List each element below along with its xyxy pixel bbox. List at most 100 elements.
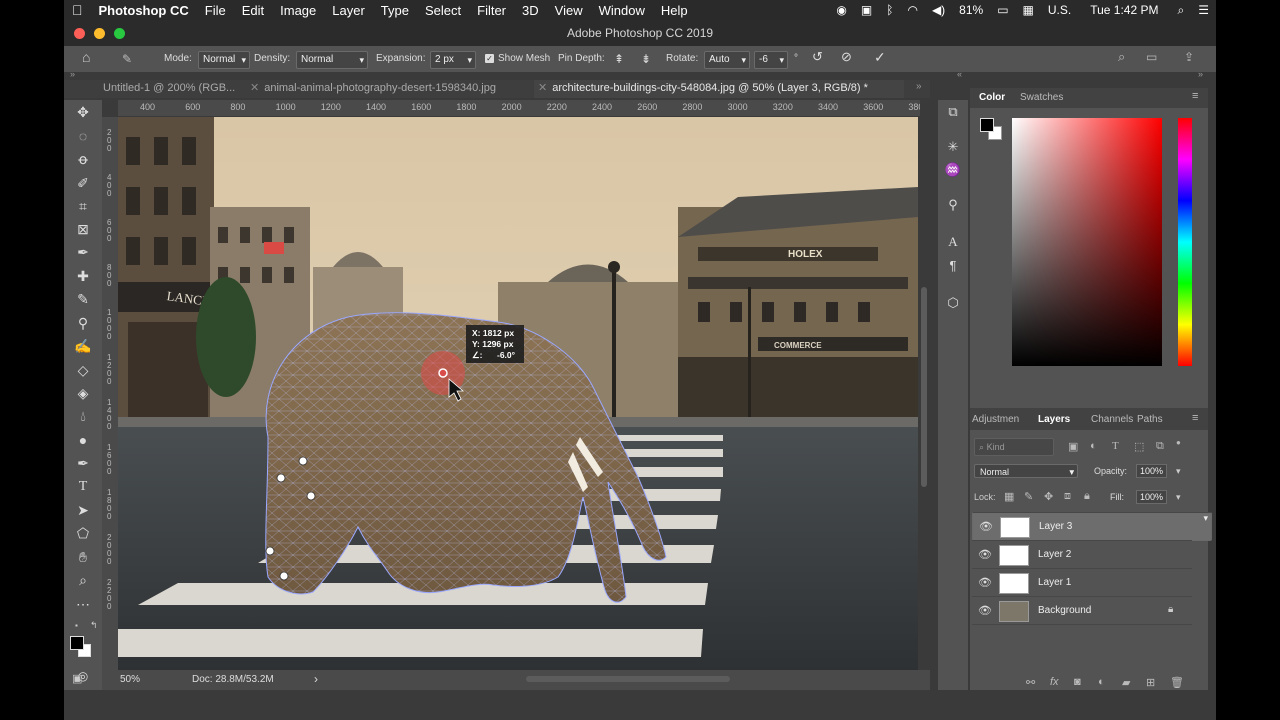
delete-layer-icon[interactable]: 🗑︎ <box>1170 676 1184 689</box>
menu-layer[interactable]: Layer <box>324 3 373 18</box>
menu-view[interactable]: View <box>547 3 591 18</box>
color-field[interactable] <box>1012 118 1162 366</box>
volume-icon[interactable]: ◀) <box>925 3 952 17</box>
menu-window[interactable]: Window <box>591 3 653 18</box>
layer-filter-kind[interactable]: ⌕ Kind <box>974 438 1054 456</box>
reset-icon[interactable]: ↺ <box>812 49 823 65</box>
home-icon[interactable]: ⌂ <box>82 49 90 65</box>
layer-style-fx-icon[interactable]: fx <box>1050 676 1059 688</box>
menu-file[interactable]: File <box>197 3 234 18</box>
lock-transparent-icon[interactable]: ▦ <box>1004 490 1014 503</box>
character-panel-icon[interactable]: A <box>943 232 963 252</box>
collapse-toolbar-icon[interactable]: » <box>70 69 75 79</box>
filter-pixel-icon[interactable]: ▣ <box>1068 440 1078 453</box>
workspace-icon[interactable]: ▭ <box>1146 49 1157 65</box>
rotate-select[interactable]: Auto <box>704 51 750 69</box>
marquee-tool-icon[interactable]: ◌ <box>73 126 93 146</box>
fill-input[interactable]: 100% <box>1136 490 1168 504</box>
menu-help[interactable]: Help <box>653 3 696 18</box>
app-menu[interactable]: Photoshop CC <box>91 3 197 18</box>
layer-name[interactable]: Background <box>1038 605 1091 616</box>
tab-paths[interactable]: Paths <box>1137 414 1163 425</box>
puppet-warp-tool-icon[interactable]: ✎ <box>122 51 132 67</box>
blend-mode-select[interactable]: Normal ▾ <box>974 464 1078 479</box>
path-selection-tool-icon[interactable]: ➤ <box>73 500 93 520</box>
horizontal-scroll-thumb[interactable] <box>526 676 730 682</box>
healing-brush-tool-icon[interactable]: ✚ <box>73 266 93 286</box>
filter-shape-icon[interactable]: ⬚ <box>1134 440 1144 453</box>
menu-type[interactable]: Type <box>373 3 417 18</box>
tab-channels[interactable]: Channels <box>1091 414 1133 425</box>
vertical-scrollbar[interactable] <box>918 117 930 670</box>
mesh-pin[interactable] <box>279 571 289 581</box>
zoom-tool-icon[interactable]: ⌕ <box>73 570 93 590</box>
pen-tool-icon[interactable]: ✒ <box>73 453 93 473</box>
edit-toolbar-icon[interactable]: ⋯ <box>73 594 93 614</box>
tab-color[interactable]: Color <box>979 92 1005 103</box>
3d-panel-icon[interactable]: ⬡ <box>943 293 963 313</box>
layers-panel-menu-icon[interactable]: ≡ <box>1192 412 1198 424</box>
swap-colors-icon[interactable]: ↰ <box>90 620 98 631</box>
clone-source-icon[interactable]: ⚲ <box>943 195 963 215</box>
mesh-pin[interactable] <box>276 473 286 483</box>
status-menu-arrow[interactable]: › <box>314 672 318 686</box>
fill-chevron-icon[interactable]: ▾ <box>1176 492 1181 503</box>
apple-menu-icon[interactable]:  <box>64 2 91 18</box>
mesh-pin[interactable] <box>298 456 308 466</box>
visibility-eye-icon[interactable]: 👁︎ <box>979 520 993 533</box>
shape-tool-icon[interactable]: ⬠ <box>73 523 93 543</box>
document-canvas[interactable]: LANCEL HOLEX COMMERCE X: 1812 px Y: 1296… <box>118 117 918 671</box>
opacity-input[interactable]: 100% <box>1136 464 1168 478</box>
frame-tool-icon[interactable]: ⊠ <box>73 219 93 239</box>
panel-menu-icon[interactable]: ≡ <box>1192 90 1198 102</box>
hand-tool-icon[interactable]: ✋︎ <box>73 547 93 567</box>
filter-adjustment-icon[interactable]: ◐ <box>1090 440 1097 452</box>
commit-transform-icon[interactable]: ✓ <box>874 49 886 65</box>
layer-row-layer-3[interactable]: 👁︎ Layer 3 <box>972 512 1212 541</box>
new-layer-icon[interactable]: ⊞ <box>1146 676 1155 689</box>
filter-toggle-icon[interactable]: ● <box>1176 438 1181 447</box>
tab-layers[interactable]: Layers <box>1038 414 1070 425</box>
density-select[interactable]: Normal <box>296 51 368 69</box>
record-icon[interactable]: ◉ <box>829 3 853 17</box>
lock-artboard-icon[interactable]: ⧈ <box>1064 490 1071 503</box>
brushes-panel-icon[interactable]: ♒ <box>943 160 963 180</box>
color-fg-swatch[interactable] <box>980 118 994 132</box>
brush-tool-icon[interactable]: ✎ <box>73 289 93 309</box>
layer-name[interactable]: Layer 1 <box>1038 577 1071 588</box>
bluetooth-icon[interactable]: ᛒ <box>879 3 900 17</box>
menu-3d[interactable]: 3D <box>514 3 547 18</box>
layer-name[interactable]: Layer 2 <box>1038 549 1071 560</box>
show-mesh-checkbox[interactable]: ✓ <box>485 54 494 63</box>
brush-settings-icon[interactable]: ✳ <box>943 137 963 157</box>
vertical-scroll-thumb[interactable] <box>921 287 927 487</box>
pin-depth-backward-icon[interactable]: ⇟ <box>641 51 651 67</box>
lock-position-icon[interactable]: ✥ <box>1044 490 1053 503</box>
menu-image[interactable]: Image <box>272 3 324 18</box>
paragraph-panel-icon[interactable]: ¶ <box>943 256 963 276</box>
mesh-pin[interactable] <box>265 546 275 556</box>
move-tool-icon[interactable]: ✥ <box>73 102 93 122</box>
menu-edit[interactable]: Edit <box>234 3 272 18</box>
mesh-pin[interactable] <box>306 491 316 501</box>
spotlight-search-icon[interactable]: ⌕ <box>1171 3 1192 18</box>
filter-type-icon[interactable]: T <box>1112 440 1119 452</box>
dodge-tool-icon[interactable]: ● <box>73 430 93 450</box>
add-mask-icon[interactable]: ◙ <box>1074 676 1081 688</box>
lock-image-icon[interactable]: ✎ <box>1024 490 1033 503</box>
history-panel-icon[interactable]: ⧉ <box>943 102 963 122</box>
layer-row-layer-2[interactable]: 👁︎ Layer 2 <box>972 540 1192 568</box>
close-tab-icon[interactable]: ✕ <box>538 82 547 94</box>
eyedropper-tool-icon[interactable]: ✒ <box>73 242 93 262</box>
battery-percent[interactable]: 81% <box>952 3 990 17</box>
type-tool-icon[interactable]: T <box>73 477 93 497</box>
cancel-transform-icon[interactable]: ⊘ <box>841 49 852 65</box>
opacity-chevron-icon[interactable]: ▾ <box>1176 466 1181 477</box>
share-icon[interactable]: ⇪ <box>1184 49 1194 65</box>
crop-tool-icon[interactable]: ⌗ <box>73 196 93 216</box>
paint-bucket-tool-icon[interactable]: ◈ <box>73 383 93 403</box>
input-locale[interactable]: U.S. <box>1041 3 1078 17</box>
close-tab-icon[interactable]: ✕ <box>250 82 259 94</box>
blur-tool-icon[interactable]: 💧︎ <box>73 406 93 426</box>
tab-animal-photo[interactable]: ✕ animal-animal-photography-desert-159834… <box>240 80 534 98</box>
